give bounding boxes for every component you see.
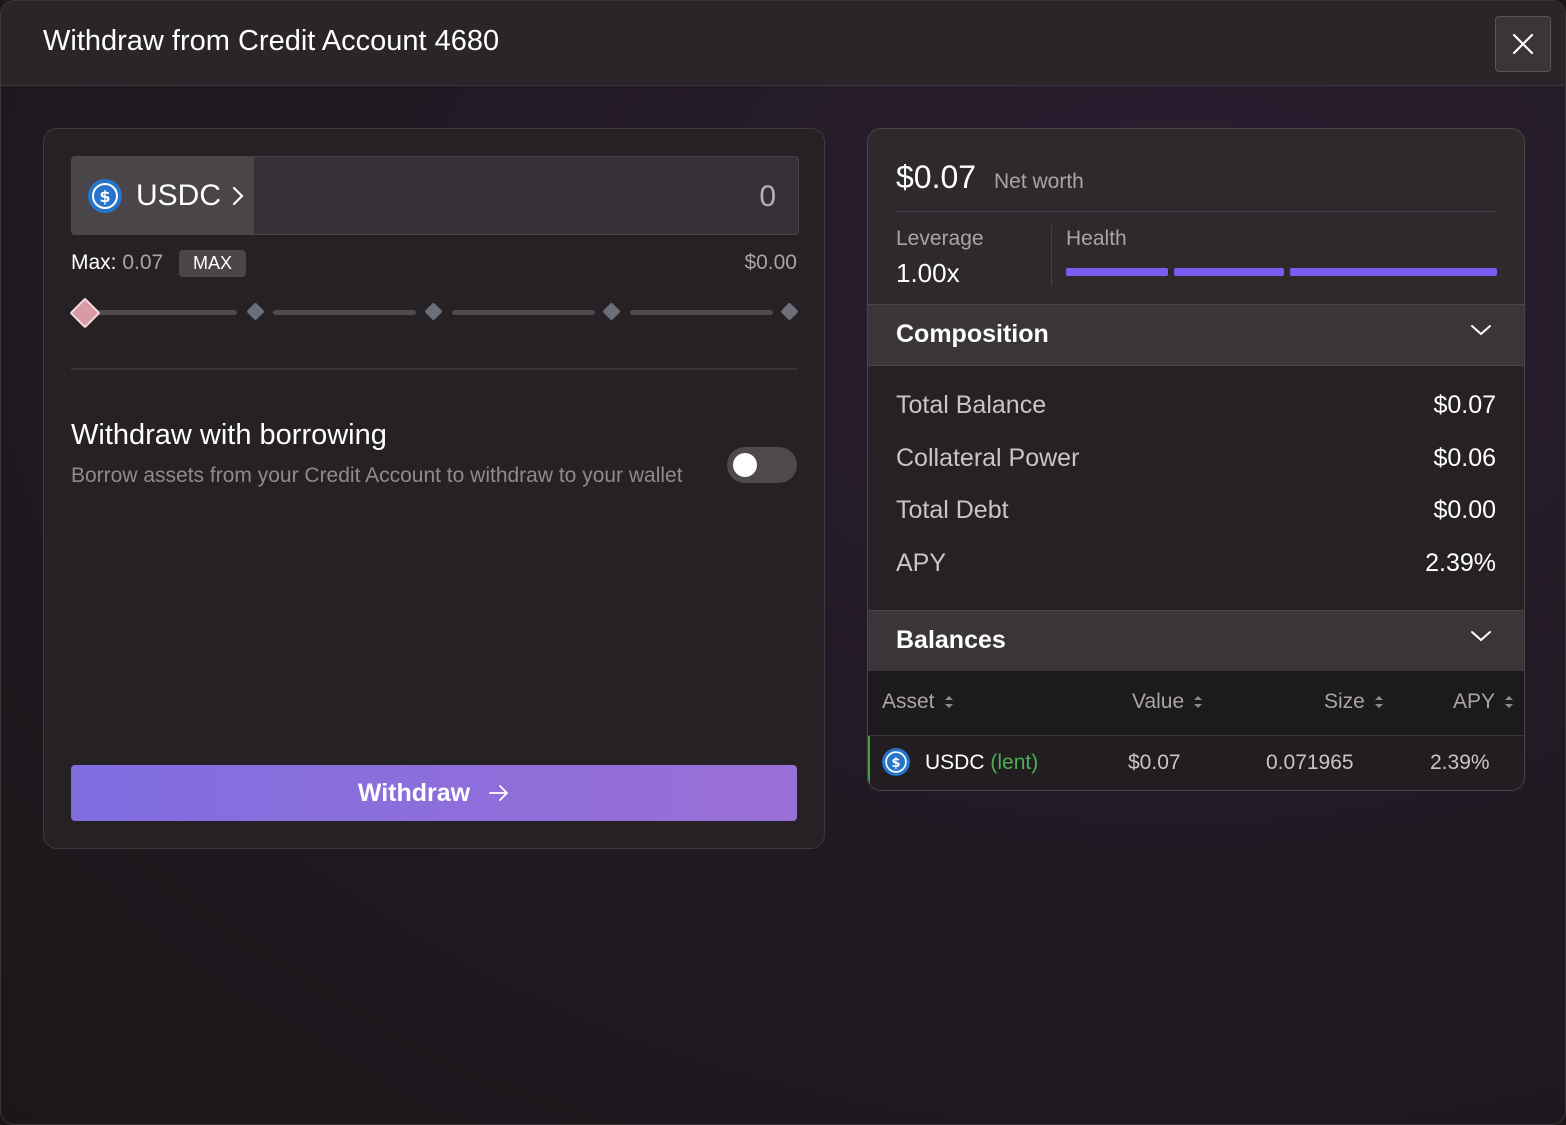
- usd-value: $0.00: [744, 251, 797, 274]
- sort-icon: [1374, 696, 1383, 708]
- sort-icon: [944, 696, 953, 708]
- apy-cell: 2.39%: [1430, 751, 1490, 774]
- health-bar-segment: [1174, 268, 1284, 276]
- composition-label: Total Balance: [896, 391, 1047, 419]
- borrow-toggle[interactable]: [727, 447, 797, 483]
- sort-icon: [1194, 696, 1203, 708]
- borrow-description: Borrow assets from your Credit Account t…: [71, 464, 683, 487]
- column-label: Asset: [882, 690, 935, 713]
- chevron-down-icon: [1471, 631, 1491, 642]
- composition-header[interactable]: Composition: [868, 304, 1524, 366]
- composition-value: 2.39%: [1425, 549, 1496, 577]
- leverage-label: Leverage: [896, 227, 984, 250]
- asset-amount-input-group: $ USDC: [71, 156, 799, 235]
- close-button[interactable]: [1495, 16, 1551, 72]
- net-worth-value: $0.07: [896, 159, 977, 195]
- modal-header: Withdraw from Credit Account 4680: [1, 1, 1565, 86]
- balances-table-header: Asset Value Size APY: [868, 671, 1524, 736]
- asset-selector-button[interactable]: $ USDC: [72, 157, 254, 234]
- sort-icon: [1505, 696, 1514, 708]
- asset-cell: USDC (lent): [925, 751, 1038, 775]
- usdc-coin-icon: $: [88, 178, 122, 213]
- composition-row: Total Debt $0.00: [896, 496, 1496, 532]
- slider-handle[interactable]: [69, 297, 101, 329]
- lent-tag: (lent): [990, 751, 1039, 774]
- max-button[interactable]: MAX: [179, 250, 247, 277]
- divider: [896, 211, 1496, 212]
- max-value: 0.07: [122, 251, 164, 274]
- amount-slider[interactable]: [69, 297, 799, 329]
- slider-step-75[interactable]: [602, 302, 621, 321]
- divider: [1051, 225, 1052, 285]
- size-cell: 0.071965: [1266, 751, 1354, 774]
- toggle-knob: [733, 453, 757, 477]
- slider-track-segment: [273, 310, 416, 315]
- account-summary-card: $0.07 Net worth Leverage 1.00x Health Co…: [867, 128, 1525, 791]
- balances-header[interactable]: Balances: [868, 610, 1524, 672]
- leverage-value: 1.00x: [896, 258, 960, 288]
- column-header-size[interactable]: Size: [1324, 690, 1385, 714]
- withdraw-modal: Withdraw from Credit Account 4680 $ USDC: [0, 0, 1566, 1125]
- max-label-text: Max:: [71, 251, 117, 274]
- close-icon: [1512, 33, 1534, 55]
- svg-text:$: $: [99, 187, 110, 206]
- composition-label: Total Debt: [896, 496, 1009, 524]
- chevron-down-icon: [1471, 325, 1491, 336]
- borrow-title: Withdraw with borrowing: [71, 419, 387, 451]
- modal-title: Withdraw from Credit Account 4680: [43, 25, 500, 57]
- balances-title: Balances: [896, 626, 1006, 654]
- withdraw-form-card: $ USDC Max: 0.07 MAX $0.00: [43, 128, 825, 849]
- max-row: Max: 0.07 MAX $0.00: [71, 249, 797, 279]
- arrow-right-icon: [489, 785, 509, 801]
- summary-panel: $0.07 Net worth Leverage 1.00x Health: [868, 129, 1524, 304]
- amount-input[interactable]: [274, 179, 778, 215]
- divider: [71, 368, 797, 370]
- composition-row: APY 2.39%: [896, 549, 1496, 585]
- slider-step-100[interactable]: [780, 302, 799, 321]
- column-header-value[interactable]: Value: [1132, 690, 1204, 714]
- withdraw-button-label: Withdraw: [357, 778, 471, 807]
- slider-step-50[interactable]: [424, 302, 443, 321]
- column-header-apy[interactable]: APY: [1453, 690, 1515, 714]
- max-label: Max: 0.07: [71, 251, 163, 275]
- composition-label: APY: [896, 549, 947, 577]
- value-cell: $0.07: [1128, 751, 1181, 774]
- composition-value: $0.00: [1433, 496, 1496, 524]
- slider-track-segment: [93, 310, 237, 315]
- net-worth-label: Net worth: [994, 170, 1084, 193]
- column-label: Size: [1324, 690, 1365, 713]
- health-label: Health: [1066, 227, 1127, 250]
- slider-track-segment: [452, 310, 595, 315]
- column-header-asset[interactable]: Asset: [882, 690, 955, 714]
- slider-step-25[interactable]: [246, 302, 265, 321]
- column-label: APY: [1453, 690, 1496, 713]
- asset-symbol: USDC: [136, 178, 222, 212]
- usdc-coin-icon: $: [882, 748, 910, 776]
- column-label: Value: [1132, 690, 1185, 713]
- composition-value: $0.07: [1433, 391, 1496, 419]
- health-bar-segment: [1290, 268, 1497, 276]
- table-row[interactable]: $ USDC (lent) $0.07 0.071965 2.39%: [868, 736, 1524, 790]
- slider-track-segment: [630, 310, 773, 315]
- svg-text:$: $: [891, 756, 900, 771]
- withdraw-button[interactable]: Withdraw: [71, 765, 797, 821]
- composition-row: Total Balance $0.07: [896, 391, 1496, 427]
- chevron-right-icon: [232, 186, 244, 205]
- composition-row: Collateral Power $0.06: [896, 444, 1496, 480]
- composition-title: Composition: [896, 320, 1049, 348]
- asset-symbol: USDC: [925, 751, 985, 774]
- composition-label: Collateral Power: [896, 444, 1080, 472]
- health-bar-segment: [1066, 268, 1168, 276]
- composition-value: $0.06: [1433, 444, 1496, 472]
